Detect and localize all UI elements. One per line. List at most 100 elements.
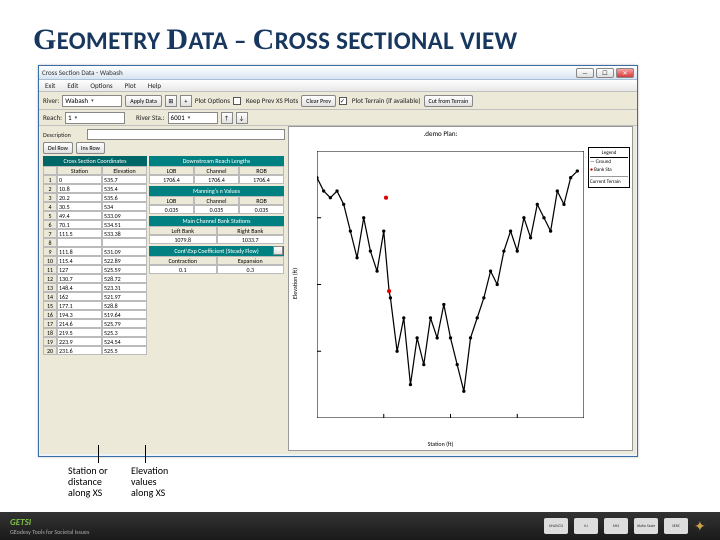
- menu-edit[interactable]: Edit: [61, 80, 84, 91]
- table-cell[interactable]: 214.6: [57, 319, 102, 328]
- table-cell[interactable]: 14: [43, 292, 57, 301]
- table-cell[interactable]: 528.8: [102, 301, 147, 310]
- table-cell[interactable]: 10: [43, 256, 57, 265]
- table-cell[interactable]: [57, 238, 102, 247]
- lob-label: LOB: [149, 166, 194, 175]
- table-cell[interactable]: 13: [43, 283, 57, 292]
- keep-prev-checkbox[interactable]: [233, 97, 241, 105]
- table-cell[interactable]: 525.59: [102, 265, 147, 274]
- table-cell[interactable]: 20: [43, 346, 57, 355]
- table-cell[interactable]: 528.72: [102, 274, 147, 283]
- table-cell[interactable]: 524.54: [102, 337, 147, 346]
- menu-options[interactable]: Options: [84, 80, 118, 91]
- table-cell[interactable]: 0: [57, 175, 102, 184]
- riversta-label: River Sta.:: [136, 113, 164, 122]
- table-cell[interactable]: 148.4: [57, 283, 102, 292]
- maximize-button[interactable]: ☐: [596, 68, 614, 78]
- table-cell[interactable]: 16: [43, 310, 57, 319]
- description-field[interactable]: [87, 129, 285, 140]
- table-cell[interactable]: 535.7: [102, 175, 147, 184]
- down-button[interactable]: ↓: [236, 112, 248, 124]
- table-cell[interactable]: 127: [57, 265, 102, 274]
- lob-value[interactable]: 1706.4: [149, 175, 194, 184]
- table-cell[interactable]: [102, 238, 147, 247]
- table-cell[interactable]: 162: [57, 292, 102, 301]
- table-cell[interactable]: 12: [43, 274, 57, 283]
- minimize-button[interactable]: —: [576, 68, 594, 78]
- table-cell[interactable]: 533.38: [102, 229, 147, 238]
- table-cell[interactable]: 5: [43, 211, 57, 220]
- table-cell[interactable]: 525.79: [102, 319, 147, 328]
- table-cell[interactable]: 111.8: [57, 247, 102, 256]
- table-cell[interactable]: 111.5: [57, 229, 102, 238]
- table-body[interactable]: 10535.7210.8535.4320.2535.6430.5534549.4…: [43, 175, 147, 355]
- table-cell[interactable]: 130.7: [57, 274, 102, 283]
- table-cell[interactable]: 534: [102, 202, 147, 211]
- table-cell[interactable]: 70.1: [57, 220, 102, 229]
- table-cell[interactable]: 9: [43, 247, 57, 256]
- expansion-value[interactable]: 0.3: [217, 265, 285, 274]
- mann-ch-value[interactable]: 0.035: [194, 205, 239, 214]
- table-cell[interactable]: 525.5: [102, 346, 147, 355]
- help-icon[interactable]: ?: [273, 246, 283, 255]
- rob-value[interactable]: 1706.4: [239, 175, 284, 184]
- table-cell[interactable]: 3: [43, 193, 57, 202]
- table-cell[interactable]: 20.2: [57, 193, 102, 202]
- table-cell[interactable]: 231.6: [57, 346, 102, 355]
- close-button[interactable]: ✕: [616, 68, 634, 78]
- table-cell[interactable]: 10.8: [57, 184, 102, 193]
- table-cell[interactable]: 18: [43, 328, 57, 337]
- table-cell[interactable]: 2: [43, 184, 57, 193]
- table-cell[interactable]: 535.6: [102, 193, 147, 202]
- plus-icon[interactable]: +: [180, 95, 192, 107]
- riversta-combo[interactable]: 6001: [168, 112, 218, 124]
- table-cell[interactable]: 15: [43, 301, 57, 310]
- left-bank-value[interactable]: 1079.8: [149, 235, 217, 244]
- contraction-value[interactable]: 0.1: [149, 265, 217, 274]
- table-cell[interactable]: 1: [43, 175, 57, 184]
- table-cell[interactable]: 30.5: [57, 202, 102, 211]
- table-cell[interactable]: 223.9: [57, 337, 102, 346]
- table-cell[interactable]: 523.31: [102, 283, 147, 292]
- table-cell[interactable]: 49.4: [57, 211, 102, 220]
- river-combo[interactable]: Wabash: [62, 95, 122, 107]
- table-cell[interactable]: 177.1: [57, 301, 102, 310]
- menu-help[interactable]: Help: [142, 80, 167, 91]
- plot-title: .demo Plan:: [289, 129, 592, 138]
- table-cell[interactable]: 194.3: [57, 310, 102, 319]
- reach-combo[interactable]: 1: [65, 112, 125, 124]
- table-cell[interactable]: 534.51: [102, 220, 147, 229]
- table-cell[interactable]: 6: [43, 220, 57, 229]
- cut-terrain-button[interactable]: Cut from Terrain: [424, 95, 474, 107]
- table-cell[interactable]: 19: [43, 337, 57, 346]
- table-cell[interactable]: 4: [43, 202, 57, 211]
- mann-rob-value[interactable]: 0.035: [239, 205, 284, 214]
- grid-icon[interactable]: ⊞: [165, 95, 177, 107]
- table-cell[interactable]: 8: [43, 238, 57, 247]
- table-cell[interactable]: 115.4: [57, 256, 102, 265]
- mann-lob-value[interactable]: 0.035: [149, 205, 194, 214]
- table-cell[interactable]: 522.89: [102, 256, 147, 265]
- ins-row-button[interactable]: Ins Row: [76, 142, 105, 154]
- table-cell[interactable]: 219.5: [57, 328, 102, 337]
- table-cell[interactable]: 11: [43, 265, 57, 274]
- table-cell[interactable]: 531.09: [102, 247, 147, 256]
- menu-plot[interactable]: Plot: [119, 80, 142, 91]
- plot-terrain-checkbox[interactable]: [339, 97, 347, 105]
- table-cell[interactable]: 535.4: [102, 184, 147, 193]
- up-button[interactable]: ↑: [221, 112, 233, 124]
- apply-data-button[interactable]: Apply Data: [125, 95, 162, 107]
- del-row-button[interactable]: Del Row: [43, 142, 73, 154]
- table-cell[interactable]: 17: [43, 319, 57, 328]
- right-bank-value[interactable]: 1033.7: [217, 235, 285, 244]
- menu-exit[interactable]: Exit: [39, 80, 61, 91]
- table-cell[interactable]: 533.09: [102, 211, 147, 220]
- table-cell[interactable]: 519.64: [102, 310, 147, 319]
- clear-prev-button[interactable]: Clear Prev: [301, 95, 336, 107]
- table-cell[interactable]: 7: [43, 229, 57, 238]
- titlebar[interactable]: Cross Section Data - Wabash — ☐ ✕: [39, 66, 637, 80]
- channel-value[interactable]: 1706.4: [194, 175, 239, 184]
- table-cell[interactable]: 521.97: [102, 292, 147, 301]
- legend-banksta: ● Bank Sta: [590, 166, 628, 174]
- table-cell[interactable]: 525.3: [102, 328, 147, 337]
